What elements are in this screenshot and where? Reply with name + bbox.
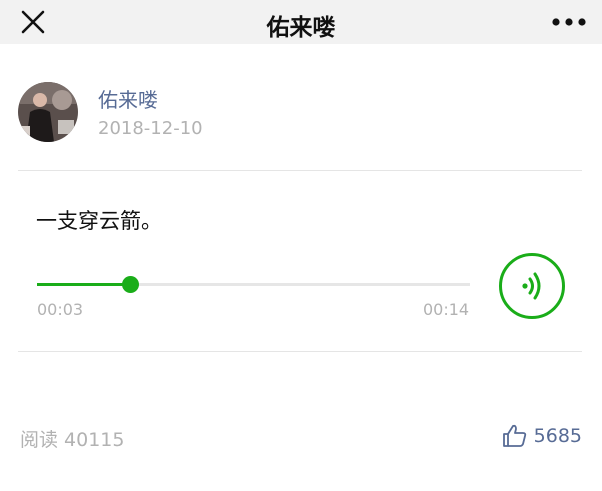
audio-progress-track[interactable]	[37, 276, 470, 293]
post-date: 2018-12-10	[98, 118, 203, 139]
avatar[interactable]	[18, 82, 78, 142]
divider	[18, 351, 582, 352]
audio-wave-icon	[522, 272, 541, 300]
audio-progress-fill	[37, 283, 130, 286]
audio-current-time: 00:03	[37, 300, 84, 319]
thumbs-up-icon	[502, 424, 526, 447]
audio-progress-knob[interactable]	[121, 276, 139, 293]
divider	[18, 170, 582, 171]
read-count: 阅读 40115	[20, 429, 125, 451]
author-name[interactable]: 佑来喽	[98, 84, 158, 113]
like-button[interactable]: 5685	[502, 421, 582, 451]
audio-total-time: 00:14	[423, 300, 470, 319]
page-title: 佑来喽	[266, 15, 336, 41]
like-count: 5685	[533, 425, 582, 447]
more-icon[interactable]	[552, 17, 586, 27]
post-text: 一支穿云箭。	[36, 209, 162, 233]
nav-bar: 佑来喽	[0, 0, 602, 44]
author-block: 佑来喽 2018-12-10	[18, 82, 418, 146]
audio-play-button[interactable]	[499, 253, 565, 319]
